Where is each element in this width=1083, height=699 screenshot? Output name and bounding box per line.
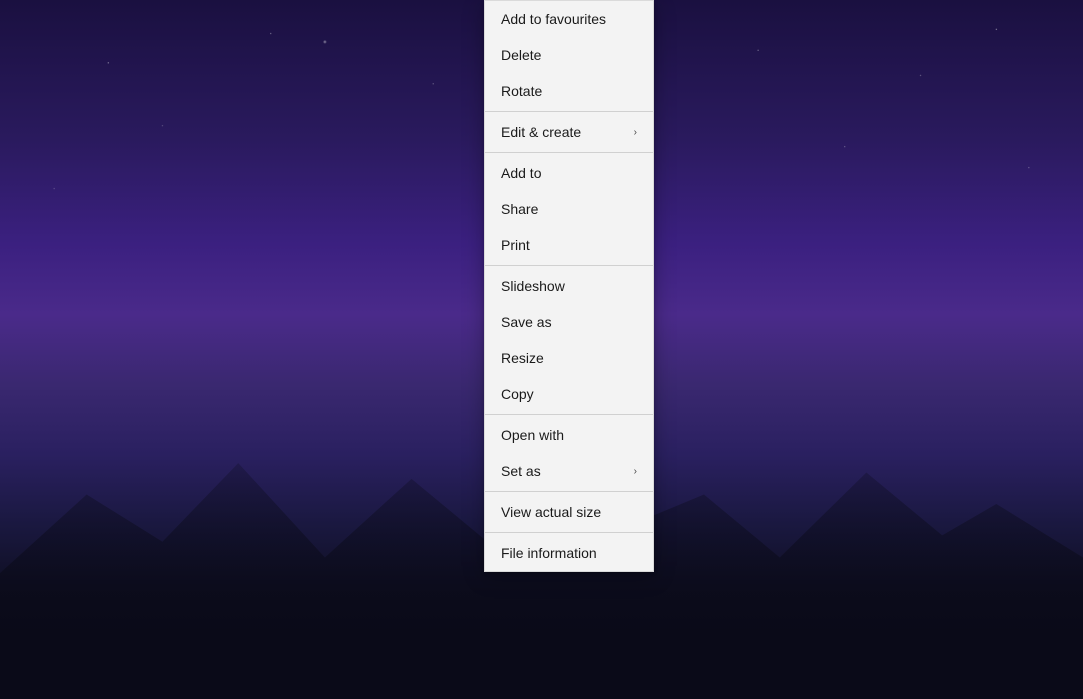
menu-item-label: File information <box>501 545 597 561</box>
menu-item-label: Copy <box>501 386 534 402</box>
menu-item-edit-create[interactable]: Edit & create › <box>485 114 653 150</box>
menu-item-label: Delete <box>501 47 541 63</box>
menu-item-slideshow[interactable]: Slideshow <box>485 268 653 304</box>
menu-item-save-as[interactable]: Save as <box>485 304 653 340</box>
menu-item-label: Add to <box>501 165 541 181</box>
menu-item-resize[interactable]: Resize <box>485 340 653 376</box>
menu-item-label: Edit & create <box>501 124 581 140</box>
divider <box>485 152 653 153</box>
menu-item-label: Set as <box>501 463 541 479</box>
context-menu: Add to favourites Delete Rotate Edit & c… <box>484 0 654 572</box>
menu-item-add-to[interactable]: Add to <box>485 155 653 191</box>
menu-item-delete[interactable]: Delete <box>485 37 653 73</box>
divider <box>485 111 653 112</box>
menu-item-label: Rotate <box>501 83 542 99</box>
divider <box>485 414 653 415</box>
menu-item-label: Print <box>501 237 530 253</box>
menu-item-share[interactable]: Share <box>485 191 653 227</box>
submenu-chevron-icon: › <box>634 127 637 138</box>
menu-item-rotate[interactable]: Rotate <box>485 73 653 109</box>
menu-item-label: Save as <box>501 314 552 330</box>
menu-item-label: Add to favourites <box>501 11 606 27</box>
menu-item-label: Open with <box>501 427 564 443</box>
menu-item-set-as[interactable]: Set as › <box>485 453 653 489</box>
menu-item-file-information[interactable]: File information <box>485 535 653 571</box>
divider <box>485 491 653 492</box>
menu-item-open-with[interactable]: Open with <box>485 417 653 453</box>
menu-item-add-to-favourites[interactable]: Add to favourites <box>485 1 653 37</box>
submenu-chevron-icon: › <box>634 466 637 477</box>
menu-item-print[interactable]: Print <box>485 227 653 263</box>
divider <box>485 532 653 533</box>
menu-item-label: Slideshow <box>501 278 565 294</box>
menu-item-copy[interactable]: Copy <box>485 376 653 412</box>
divider <box>485 265 653 266</box>
menu-item-label: Resize <box>501 350 544 366</box>
menu-item-label: View actual size <box>501 504 601 520</box>
menu-item-label: Share <box>501 201 538 217</box>
menu-item-view-actual-size[interactable]: View actual size <box>485 494 653 530</box>
